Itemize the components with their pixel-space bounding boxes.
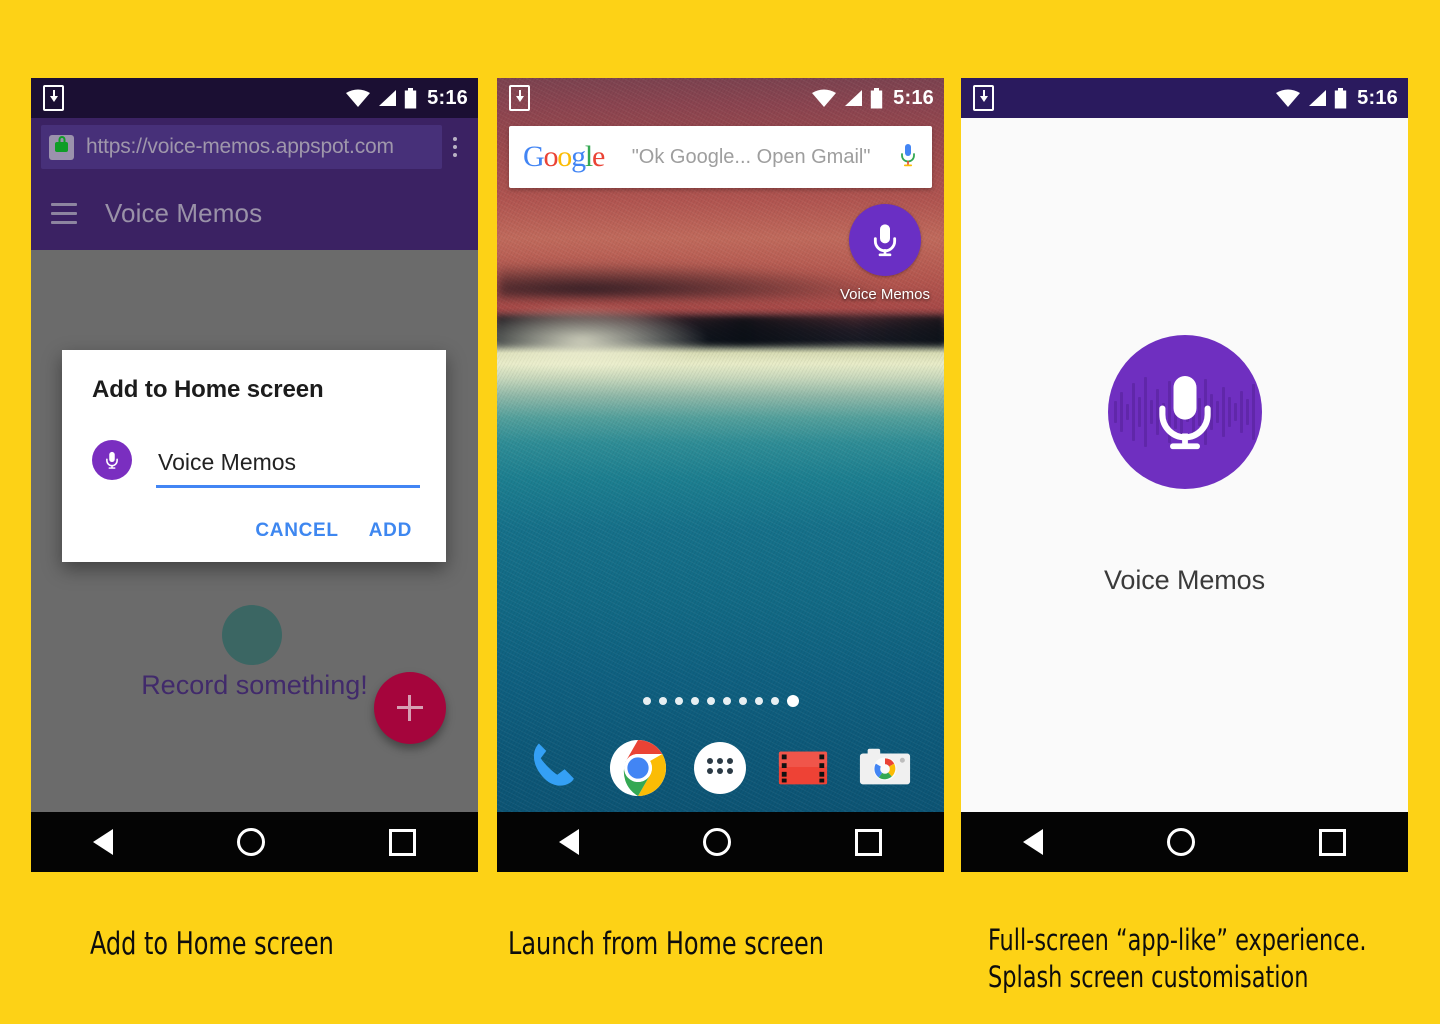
recents-icon[interactable] — [1319, 828, 1346, 856]
page-indicator — [497, 695, 944, 707]
system-nav-bar — [961, 812, 1408, 872]
home-dock — [497, 728, 944, 808]
microphone-icon[interactable] — [898, 142, 918, 172]
phone-screenshot-home-screen: Google "Ok Google... Open Gmail" Voice M… — [497, 78, 944, 872]
home-icon[interactable] — [237, 828, 265, 856]
splash-microphone-icon — [1107, 334, 1262, 489]
battery-icon — [870, 87, 883, 108]
phone-screenshot-add-to-home: Record something! Voice Memos https://vo… — [31, 78, 478, 872]
shortcut-name-input[interactable] — [156, 448, 420, 488]
search-hint-text: "Ok Google... Open Gmail" — [631, 145, 871, 168]
status-bar-time: 5:16 — [893, 86, 934, 109]
dialog-title: Add to Home screen — [92, 376, 324, 403]
home-icon[interactable] — [1167, 828, 1195, 856]
system-nav-bar — [497, 812, 944, 872]
recents-icon[interactable] — [389, 828, 416, 856]
status-bar-time: 5:16 — [427, 86, 468, 109]
download-icon — [43, 85, 64, 111]
signal-icon — [845, 90, 863, 106]
signal-icon — [379, 90, 397, 106]
caption-launch-from-home-screen: Launch from Home screen — [508, 926, 824, 962]
camera-icon[interactable] — [854, 737, 916, 799]
back-icon[interactable] — [93, 829, 113, 855]
home-icon[interactable] — [703, 828, 731, 856]
recents-icon[interactable] — [855, 828, 882, 856]
add-button[interactable]: ADD — [367, 514, 414, 548]
caption-full-screen-experience: Full-screen “app-like” experience. Splas… — [988, 923, 1367, 995]
download-icon — [973, 85, 994, 111]
google-logo: Google — [523, 140, 605, 173]
status-bar: 5:16 — [497, 78, 944, 118]
splash-screen: Voice Memos — [961, 118, 1408, 812]
chrome-icon[interactable] — [607, 737, 669, 799]
back-icon[interactable] — [1023, 829, 1043, 855]
phone-icon[interactable] — [525, 737, 587, 799]
caption-add-to-home-screen: Add to Home screen — [90, 926, 334, 962]
wifi-icon — [1276, 89, 1301, 107]
signal-icon — [1309, 90, 1327, 106]
battery-icon — [1334, 87, 1347, 108]
play-movies-icon[interactable] — [772, 737, 834, 799]
slide-canvas: Record something! Voice Memos https://vo… — [0, 0, 1440, 1024]
splash-title: Voice Memos — [1104, 564, 1265, 595]
add-to-home-screen-dialog: Add to Home screen CANCEL ADD — [62, 350, 446, 562]
wifi-icon — [812, 89, 837, 107]
microphone-icon — [92, 440, 132, 480]
status-bar: 5:16 — [961, 78, 1408, 118]
system-nav-bar — [31, 812, 478, 872]
voice-memos-shortcut-icon[interactable] — [849, 204, 921, 276]
phone-screenshot-splash: Voice Memos 5:16 — [961, 78, 1408, 872]
app-drawer-icon[interactable] — [689, 737, 751, 799]
status-bar: 5:16 — [31, 78, 478, 118]
back-icon[interactable] — [559, 829, 579, 855]
status-bar-time: 5:16 — [1357, 86, 1398, 109]
wifi-icon — [346, 89, 371, 107]
download-icon — [509, 85, 530, 111]
battery-icon — [404, 87, 417, 108]
google-search-widget[interactable]: Google "Ok Google... Open Gmail" — [509, 126, 932, 188]
microphone-icon — [873, 224, 897, 257]
voice-memos-shortcut-label: Voice Memos — [839, 286, 931, 303]
cancel-button[interactable]: CANCEL — [253, 514, 340, 548]
